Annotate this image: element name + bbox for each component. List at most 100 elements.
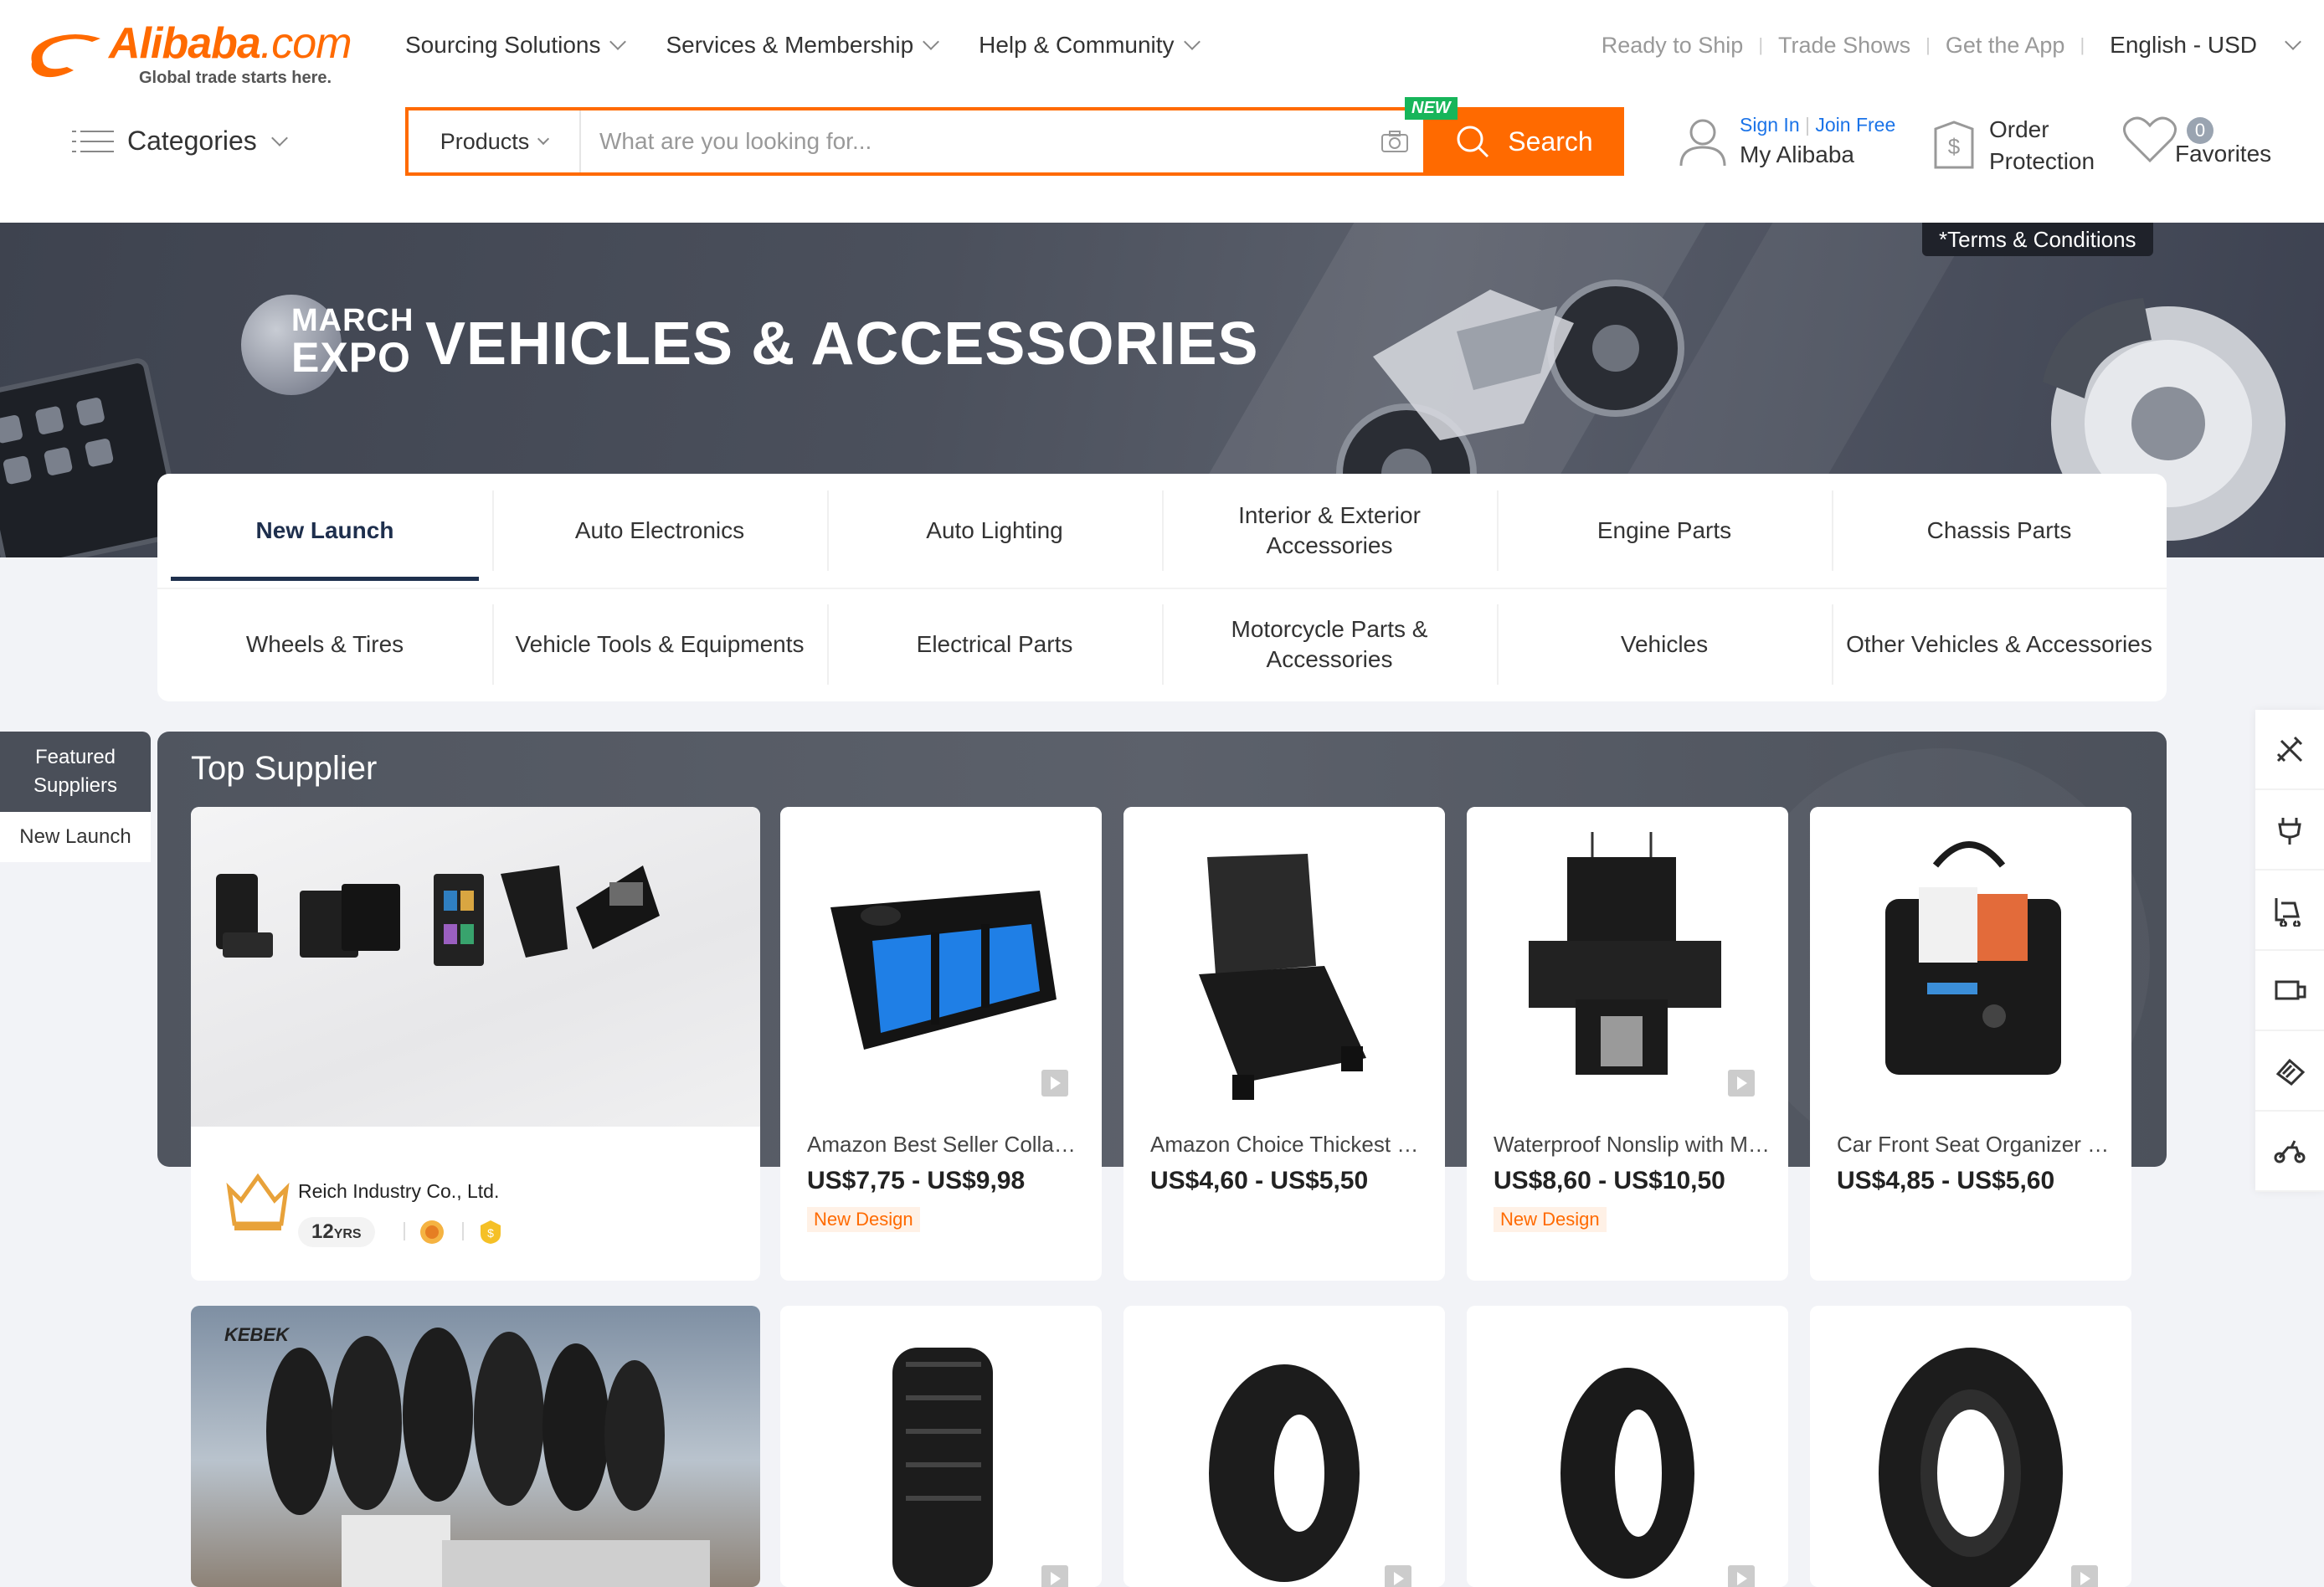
chevron-down-icon: [923, 33, 940, 50]
product-price: US$7,75 - US$9,98: [807, 1167, 1026, 1194]
crown-icon: [226, 1173, 290, 1230]
tools-icon[interactable]: [2255, 710, 2324, 790]
camera-icon[interactable]: [1370, 110, 1420, 172]
tire-product-image: [1123, 1306, 1445, 1587]
header: Alibaba.com Global trade starts here. So…: [0, 0, 2324, 223]
tab-new-launch[interactable]: New Launch: [157, 474, 492, 588]
march-expo-logo: MARCH EXPO: [241, 295, 413, 395]
plug-icon[interactable]: [2255, 790, 2324, 871]
machine-icon[interactable]: [2255, 951, 2324, 1031]
product-name[interactable]: Waterproof Nonslip with Mesh Window Dog …: [1494, 1132, 1770, 1158]
product-card[interactable]: [1810, 1306, 2131, 1587]
user-icon: [1679, 119, 1726, 166]
alibaba-logo[interactable]: Alibaba.com Global trade starts here.: [25, 18, 360, 87]
product-image: [1123, 807, 1445, 1128]
nav-services-membership[interactable]: Services & Membership: [666, 32, 940, 59]
forklift-icon[interactable]: [2255, 871, 2324, 951]
search-input[interactable]: [581, 110, 1370, 172]
link-get-the-app[interactable]: Get the App: [1946, 33, 2065, 59]
top-links: Ready to Ship | Trade Shows | Get the Ap…: [1602, 32, 2301, 59]
terms-conditions-link[interactable]: *Terms & Conditions: [1922, 223, 2153, 256]
section-title: Top Supplier: [191, 750, 378, 787]
search-category-select[interactable]: Products: [409, 110, 581, 172]
supplier-card[interactable]: Reich Industry Co., Ltd. 12YRS $: [191, 807, 760, 1281]
verified-supplier-icon: $: [481, 1220, 501, 1244]
svg-text:$: $: [1948, 134, 1961, 159]
divider: |: [1758, 34, 1764, 55]
chevron-down-icon[interactable]: [2285, 33, 2301, 50]
tab-engine-parts[interactable]: Engine Parts: [1497, 474, 1832, 588]
product-card[interactable]: Amazon Choice Thickest Car Seat Protecto…: [1123, 807, 1445, 1281]
brand-logo: KEBEK: [224, 1324, 290, 1345]
my-alibaba[interactable]: Sign In | Join Free My Alibaba: [1678, 114, 1895, 168]
product-card[interactable]: Amazon Best Seller Collapsible Car Trunk…: [780, 807, 1102, 1281]
product-card[interactable]: Waterproof Nonslip with Mesh Window Dog …: [1467, 807, 1788, 1281]
product-price: US$8,60 - US$10,50: [1494, 1167, 1725, 1194]
tab-wheels-tires[interactable]: Wheels & Tires: [157, 588, 492, 701]
menu-icon: [72, 127, 114, 156]
video-play-icon[interactable]: [1728, 1070, 1755, 1097]
side-anchor-nav: Featured Suppliers New Launch: [0, 732, 151, 862]
order-protection[interactable]: $ Order Protection: [1931, 114, 2095, 177]
join-free-link[interactable]: Join Free: [1815, 114, 1895, 136]
new-badge: NEW: [1405, 97, 1458, 120]
link-trade-shows[interactable]: Trade Shows: [1778, 33, 1910, 59]
link-ready-to-ship[interactable]: Ready to Ship: [1602, 33, 1744, 59]
chevron-down-icon: [270, 129, 288, 146]
tab-other-vehicles-accessories[interactable]: Other Vehicles & Accessories: [1832, 588, 2167, 701]
categories-label: Categories: [127, 126, 257, 156]
language-currency-selector[interactable]: English - USD: [2110, 32, 2257, 59]
video-play-icon[interactable]: [1728, 1565, 1755, 1587]
product-name[interactable]: Amazon Choice Thickest Car Seat Protecto…: [1150, 1132, 1427, 1158]
alibaba-logo-icon: [31, 34, 100, 78]
product-price: US$4,85 - US$5,60: [1837, 1167, 2055, 1194]
anchor-new-launch[interactable]: New Launch: [0, 812, 151, 862]
product-image: [1810, 807, 2131, 1128]
chevron-down-icon: [609, 33, 627, 50]
tab-chassis-parts[interactable]: Chassis Parts: [1832, 474, 2167, 588]
favorites[interactable]: 0 Favorites: [2121, 114, 2271, 167]
video-play-icon[interactable]: [1385, 1565, 1411, 1587]
shield-dollar-icon: $: [1934, 121, 1974, 169]
my-alibaba-label: My Alibaba: [1740, 141, 1854, 167]
product-name[interactable]: Car Front Seat Organizer with Laptop Sto…: [1837, 1132, 2113, 1158]
banner-title: VEHICLES & ACCESSORIES: [425, 311, 1259, 377]
anchor-featured-suppliers[interactable]: Featured Suppliers: [0, 732, 151, 812]
supplier-banner-image: KEBEK: [191, 1306, 760, 1587]
nav-help-community[interactable]: Help & Community: [979, 32, 1201, 59]
product-tag: New Design: [807, 1207, 920, 1232]
tab-interior-exterior-accessories[interactable]: Interior & Exterior Accessories: [1162, 474, 1497, 588]
video-play-icon[interactable]: [1041, 1565, 1068, 1587]
categories-menu[interactable]: Categories: [72, 126, 288, 157]
favorites-count: 0: [2187, 117, 2213, 144]
product-card[interactable]: [780, 1306, 1102, 1587]
divider: |: [2080, 34, 2085, 55]
supplier-card[interactable]: KEBEK: [191, 1306, 760, 1587]
tab-auto-lighting[interactable]: Auto Lighting: [827, 474, 1162, 588]
heart-icon: [2123, 116, 2177, 163]
tab-vehicles[interactable]: Vehicles: [1497, 588, 1832, 701]
parts-icon[interactable]: [2255, 1031, 2324, 1112]
tab-auto-electronics[interactable]: Auto Electronics: [492, 474, 827, 588]
motorbike-icon[interactable]: [2255, 1112, 2324, 1192]
supplier-years-badge: 12YRS: [298, 1217, 375, 1247]
tab-motorcycle-parts-accessories[interactable]: Motorcycle Parts & Accessories: [1162, 588, 1497, 701]
product-card[interactable]: [1123, 1306, 1445, 1587]
product-card[interactable]: [1467, 1306, 1788, 1587]
product-name[interactable]: Amazon Best Seller Collapsible Car Trunk…: [807, 1132, 1083, 1158]
tire-product-image: [780, 1306, 1102, 1587]
tire-product-image: [1467, 1306, 1788, 1587]
sign-in-link[interactable]: Sign In: [1740, 114, 1800, 136]
chevron-down-icon: [1183, 33, 1201, 50]
tab-vehicle-tools-equipments[interactable]: Vehicle Tools & Equipments: [492, 588, 827, 701]
video-play-icon[interactable]: [2071, 1565, 2098, 1587]
video-play-icon[interactable]: [1041, 1070, 1068, 1097]
svg-text:$: $: [487, 1226, 494, 1240]
tab-electrical-parts[interactable]: Electrical Parts: [827, 588, 1162, 701]
product-card[interactable]: Car Front Seat Organizer with Laptop Sto…: [1810, 807, 2131, 1281]
product-price: US$4,60 - US$5,50: [1150, 1167, 1369, 1194]
nav-sourcing-solutions[interactable]: Sourcing Solutions: [405, 32, 627, 59]
supplier-products-image: [191, 807, 760, 1127]
gold-supplier-icon: [420, 1220, 444, 1244]
supplier-name[interactable]: Reich Industry Co., Ltd.: [298, 1180, 499, 1203]
